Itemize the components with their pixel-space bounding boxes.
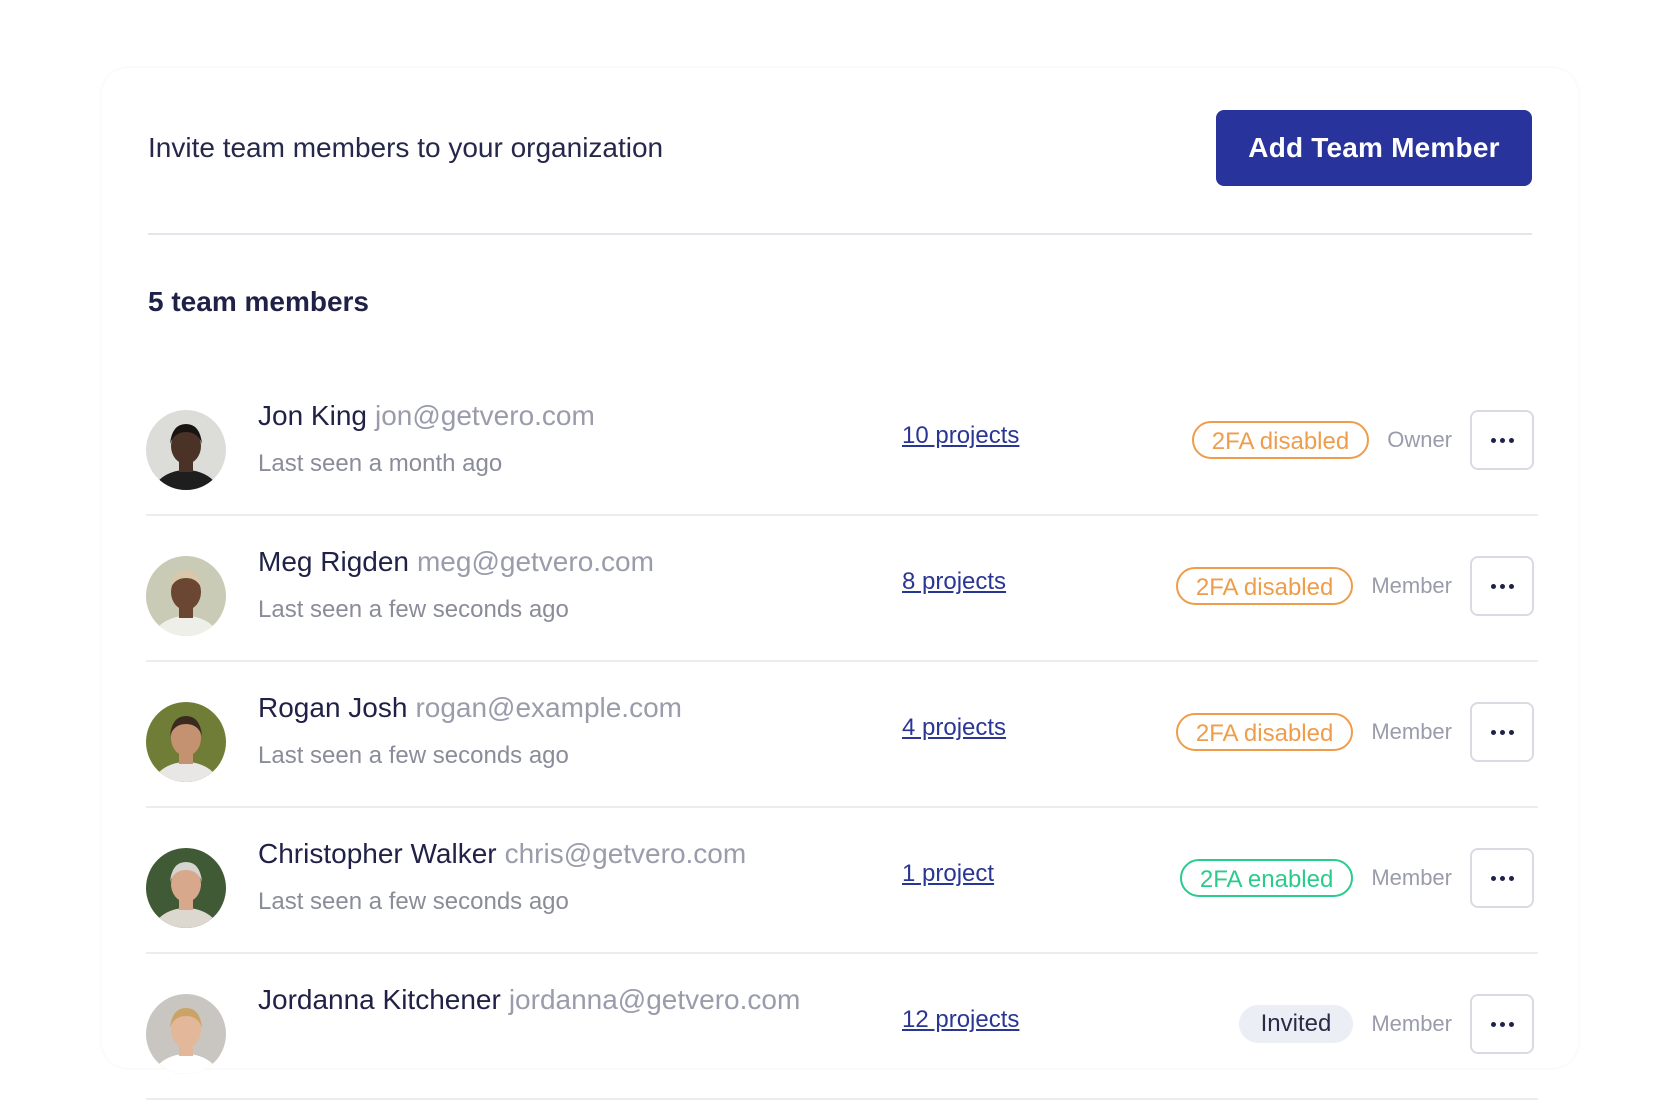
member-email: rogan@example.com xyxy=(415,692,682,723)
header-divider xyxy=(148,233,1532,235)
avatar xyxy=(146,556,226,636)
member-role: Member xyxy=(1371,865,1452,890)
member-actions: 2FA disabled Owner xyxy=(1191,410,1534,470)
more-dots-icon xyxy=(1490,875,1514,881)
member-last-seen: Last seen a few seconds ago xyxy=(258,742,569,769)
member-name-line: Jordanna Kitchener jordanna@getvero.com xyxy=(258,984,800,1016)
member-email: chris@getvero.com xyxy=(504,838,747,869)
member-projects-link[interactable]: 8 projects xyxy=(902,568,1006,596)
member-row-1: Jon King jon@getvero.com Last seen a mont… xyxy=(146,370,1538,516)
member-row-4: Christopher Walker chris@getvero.com Last… xyxy=(146,808,1538,954)
member-name: Jordanna Kitchener xyxy=(258,984,501,1015)
status-badge: 2FA disabled xyxy=(1175,713,1354,751)
member-role: Member xyxy=(1371,1011,1452,1036)
member-email: jon@getvero.com xyxy=(374,400,595,431)
member-list: Jon King jon@getvero.com Last seen a mont… xyxy=(146,370,1538,1100)
avatar-photo xyxy=(146,702,226,782)
more-dots-icon xyxy=(1490,583,1514,589)
member-actions: 2FA disabled Member xyxy=(1175,556,1534,616)
more-options-button[interactable] xyxy=(1470,556,1534,616)
member-row-2: Meg Rigden meg@getvero.com Last seen a fe… xyxy=(146,516,1538,662)
member-last-seen: Last seen a few seconds ago xyxy=(258,596,569,623)
more-options-button[interactable] xyxy=(1470,994,1534,1054)
invite-header-text: Invite team members to your organization xyxy=(148,132,664,163)
member-name-line: Christopher Walker chris@getvero.com xyxy=(258,838,746,870)
avatar xyxy=(146,848,226,928)
more-dots-icon xyxy=(1490,437,1514,443)
member-name-line: Rogan Josh rogan@example.com xyxy=(258,692,682,724)
member-row-3: Rogan Josh rogan@example.com Last seen a … xyxy=(146,662,1538,808)
more-dots-icon xyxy=(1490,729,1514,735)
member-role: Member xyxy=(1371,719,1452,744)
member-role: Owner xyxy=(1387,427,1452,452)
member-last-seen: Last seen a month ago xyxy=(258,450,503,477)
member-last-seen: Last seen a few seconds ago xyxy=(258,888,569,915)
member-actions: Invited Member xyxy=(1238,994,1534,1054)
member-name: Rogan Josh xyxy=(258,692,408,723)
member-name: Christopher Walker xyxy=(258,838,497,869)
member-row-5: Jordanna Kitchener jordanna@getvero.com 1… xyxy=(146,954,1538,1100)
member-name: Jon King xyxy=(258,400,367,431)
team-members-card: Invite team members to your organization… xyxy=(102,68,1578,1100)
more-dots-icon xyxy=(1490,1021,1514,1027)
status-badge: 2FA disabled xyxy=(1191,421,1370,459)
member-email: meg@getvero.com xyxy=(416,546,654,577)
member-projects-link[interactable]: 4 projects xyxy=(902,714,1006,742)
more-options-button[interactable] xyxy=(1470,702,1534,762)
invite-header: Invite team members to your organization… xyxy=(148,110,1532,186)
member-name-line: Jon King jon@getvero.com xyxy=(258,400,595,432)
member-name-line: Meg Rigden meg@getvero.com xyxy=(258,546,654,578)
member-projects-link[interactable]: 12 projects xyxy=(902,1006,1019,1034)
avatar xyxy=(146,410,226,490)
member-role: Member xyxy=(1371,573,1452,598)
member-projects-link[interactable]: 1 project xyxy=(902,860,994,888)
avatar-photo xyxy=(146,994,226,1074)
team-count-title: 5 team members xyxy=(148,286,370,317)
member-actions: 2FA disabled Member xyxy=(1175,702,1534,762)
status-badge: 2FA enabled xyxy=(1179,859,1354,897)
more-options-button[interactable] xyxy=(1470,410,1534,470)
member-actions: 2FA enabled Member xyxy=(1179,848,1534,908)
avatar-photo xyxy=(146,848,226,928)
member-name: Meg Rigden xyxy=(258,546,409,577)
more-options-button[interactable] xyxy=(1470,848,1534,908)
avatar xyxy=(146,702,226,782)
avatar-photo xyxy=(146,410,226,490)
member-email: jordanna@getvero.com xyxy=(508,984,801,1015)
add-team-member-button[interactable]: Add Team Member xyxy=(1216,110,1532,186)
status-badge: Invited xyxy=(1238,1005,1354,1043)
member-projects-link[interactable]: 10 projects xyxy=(902,422,1019,450)
avatar-photo xyxy=(146,556,226,636)
avatar xyxy=(146,994,226,1074)
status-badge: 2FA disabled xyxy=(1175,567,1354,605)
